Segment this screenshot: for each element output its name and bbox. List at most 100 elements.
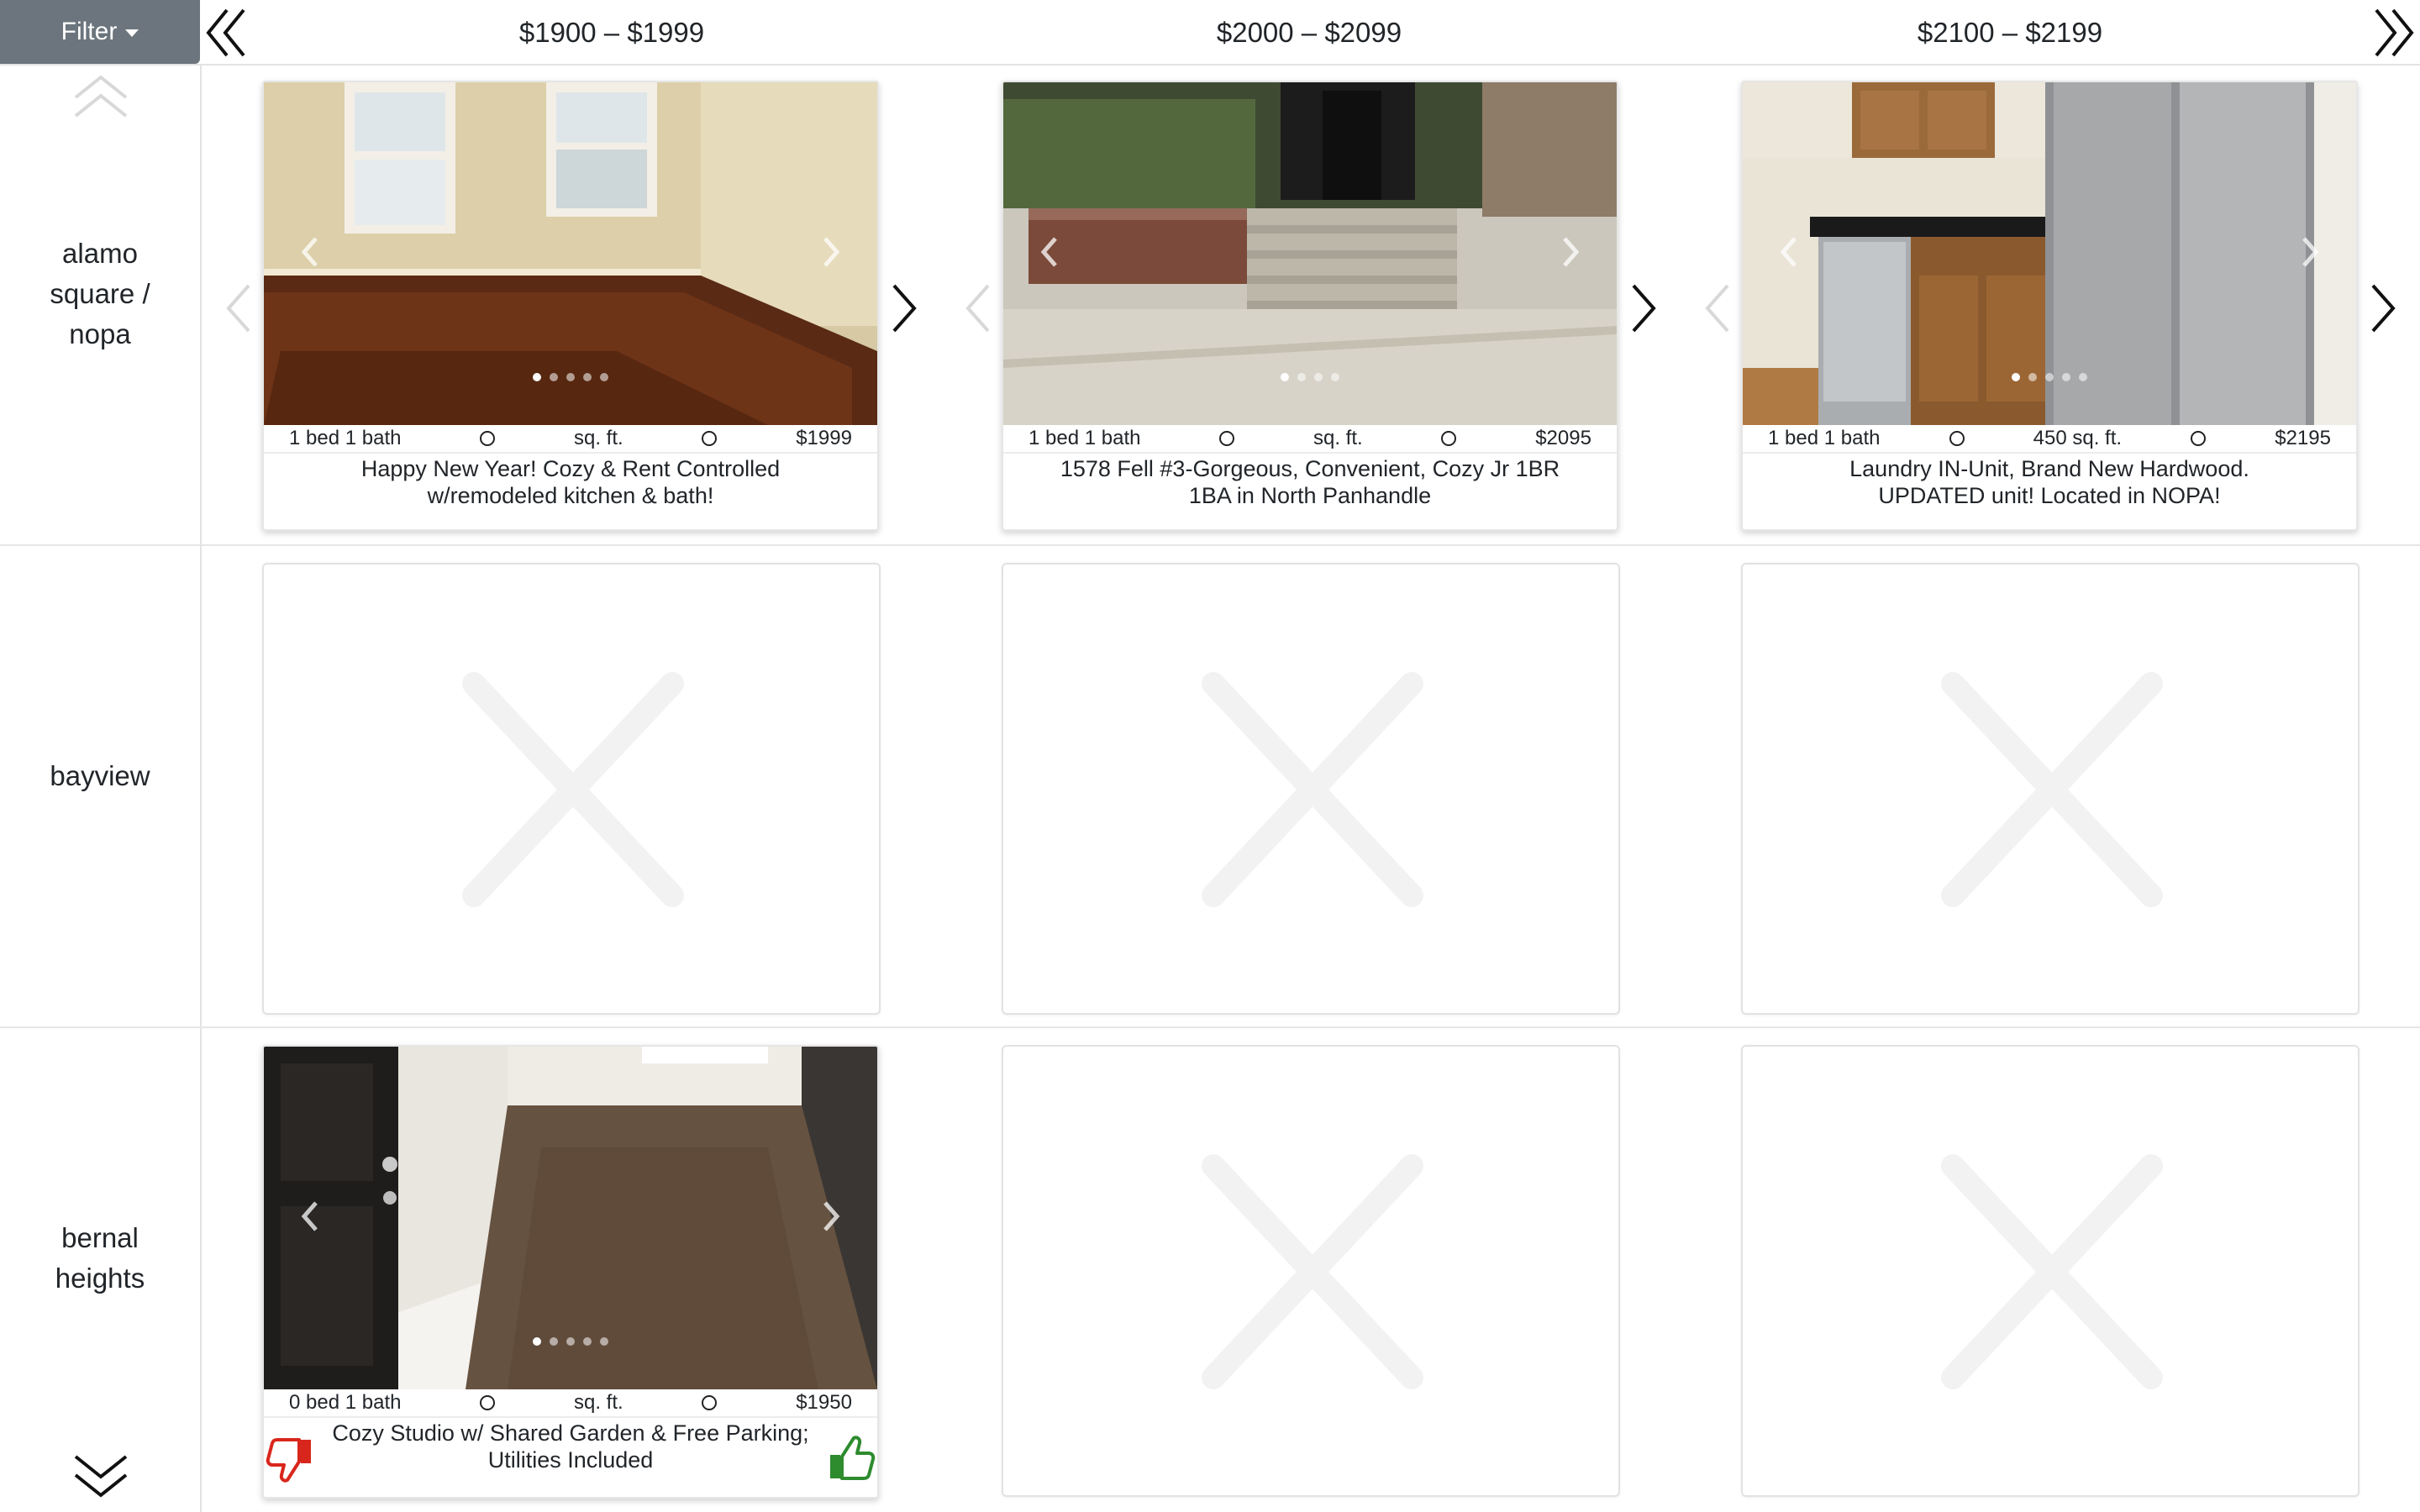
- row-label-line: heights: [55, 1263, 145, 1294]
- photo-indicator[interactable]: [600, 1337, 608, 1346]
- listing-beds: 1 bed 1 bath: [1028, 427, 1141, 449]
- circle-icon: [1219, 431, 1235, 446]
- listing-card[interactable]: 1 bed 1 bath sq. ft. $2095 1578 Fell #3-…: [1002, 81, 1618, 531]
- listing-title[interactable]: Cozy Studio w/ Shared Garden & Free Park…: [314, 1420, 827, 1473]
- listing-card[interactable]: 1 bed 1 bath sq. ft. $1999 Happy New Yea…: [262, 81, 879, 531]
- row-label-alamo-square-nopa: alamo square / nopa: [0, 234, 200, 354]
- photo-indicator[interactable]: [1331, 373, 1339, 381]
- thumbs-down-icon[interactable]: [264, 1433, 318, 1487]
- row-divider: [0, 1026, 2420, 1028]
- x-placeholder-icon: [1202, 672, 1423, 907]
- circle-icon: [480, 1395, 496, 1410]
- listing-prev-arrow[interactable]: [1699, 279, 1736, 338]
- photo-indicators: [1743, 373, 2356, 381]
- listing-price: $2095: [1535, 427, 1591, 449]
- listing-card[interactable]: 0 bed 1 bath sq. ft. $1950 Cozy Studio w…: [262, 1045, 879, 1499]
- photo-indicator[interactable]: [2062, 373, 2070, 381]
- photo-indicator[interactable]: [583, 1337, 592, 1346]
- listing-title[interactable]: Laundry IN-Unit, Brand New Hardwood. UPD…: [1793, 455, 2306, 509]
- column-header-price-2: $2000 – $2099: [1216, 17, 1402, 48]
- listing-title[interactable]: Happy New Year! Cozy & Rent Controlled w…: [314, 455, 827, 509]
- photo-next-icon[interactable]: [818, 234, 844, 270]
- photo-indicator[interactable]: [600, 373, 608, 381]
- listing-beds: 0 bed 1 bath: [289, 1391, 402, 1414]
- listing-meta: 0 bed 1 bath sq. ft. $1950: [264, 1389, 877, 1418]
- listing-beds: 1 bed 1 bath: [1768, 427, 1881, 449]
- photo-indicator[interactable]: [1281, 373, 1289, 381]
- circle-icon: [1949, 431, 1965, 446]
- empty-listing-slot: [262, 563, 881, 1015]
- listing-meta: 1 bed 1 bath 450 sq. ft. $2195: [1743, 425, 2356, 454]
- photo-prev-icon[interactable]: [1776, 234, 1802, 270]
- empty-listing-slot: [1741, 563, 2360, 1015]
- photo-indicator[interactable]: [533, 1337, 541, 1346]
- photo-indicator[interactable]: [1297, 373, 1306, 381]
- photo-next-icon[interactable]: [818, 1198, 844, 1235]
- listing-next-arrow[interactable]: [2365, 279, 2402, 338]
- listing-sqft: sq. ft.: [1313, 427, 1363, 449]
- photo-indicator[interactable]: [533, 373, 541, 381]
- column-header-price-3: $2100 – $2199: [1917, 17, 2103, 48]
- listing-beds: 1 bed 1 bath: [289, 427, 402, 449]
- filter-label: Filter: [60, 18, 118, 45]
- row-divider: [0, 544, 2420, 546]
- double-chevron-up-icon[interactable]: [71, 74, 131, 121]
- empty-listing-slot: [1002, 563, 1620, 1015]
- listing-price: $1950: [796, 1391, 852, 1414]
- listing-next-arrow[interactable]: [1625, 279, 1662, 338]
- circle-icon: [480, 431, 496, 446]
- listing-title[interactable]: 1578 Fell #3-Gorgeous, Convenient, Cozy …: [1054, 455, 1566, 509]
- listing-sqft: sq. ft.: [573, 1391, 623, 1414]
- double-chevron-down-icon[interactable]: [71, 1452, 131, 1499]
- photo-prev-icon[interactable]: [1037, 234, 1062, 270]
- photo-indicator[interactable]: [566, 373, 575, 381]
- photo-indicator[interactable]: [2079, 373, 2087, 381]
- photo-next-icon[interactable]: [1558, 234, 1583, 270]
- photo-indicator[interactable]: [2045, 373, 2054, 381]
- photo-indicator[interactable]: [550, 373, 558, 381]
- photo-indicator[interactable]: [550, 1337, 558, 1346]
- photo-prev-icon[interactable]: [297, 234, 323, 270]
- photo-indicators: [264, 1337, 877, 1346]
- x-placeholder-icon: [1941, 1154, 2163, 1389]
- photo-indicator[interactable]: [566, 1337, 575, 1346]
- photo-prev-icon[interactable]: [297, 1198, 323, 1235]
- circle-icon: [702, 1395, 718, 1410]
- thumbs-up-icon[interactable]: [823, 1431, 877, 1485]
- row-label-line: bayview: [50, 760, 150, 791]
- row-label-bayview: bayview: [0, 756, 200, 796]
- circle-icon: [702, 431, 718, 446]
- circle-icon: [2191, 431, 2207, 446]
- photo-next-icon[interactable]: [2297, 234, 2323, 270]
- listing-meta: 1 bed 1 bath sq. ft. $1999: [264, 425, 877, 454]
- listing-next-arrow[interactable]: [886, 279, 923, 338]
- photo-indicators: [1003, 373, 1617, 381]
- header-bar: Filter $1900 – $1999 $2000 – $2099 $2100…: [0, 0, 2420, 66]
- double-chevron-right-icon[interactable]: [2361, 5, 2417, 60]
- filter-dropdown-button[interactable]: Filter: [0, 0, 200, 64]
- photo-indicator[interactable]: [583, 373, 592, 381]
- listing-prev-arrow[interactable]: [220, 279, 257, 338]
- x-placeholder-icon: [462, 672, 684, 907]
- photo-indicator[interactable]: [1314, 373, 1323, 381]
- listing-price: $1999: [796, 427, 852, 449]
- row-label-line: square /: [50, 278, 150, 309]
- row-label-bernal-heights: bernal heights: [0, 1218, 200, 1299]
- x-placeholder-icon: [1941, 672, 2163, 907]
- photo-indicator[interactable]: [2012, 373, 2020, 381]
- row-label-line: nopa: [69, 318, 131, 349]
- empty-listing-slot: [1002, 1045, 1620, 1497]
- x-placeholder-icon: [1202, 1154, 1423, 1389]
- listing-price: $2195: [2275, 427, 2331, 449]
- empty-listing-slot: [1741, 1045, 2360, 1497]
- photo-indicator[interactable]: [2028, 373, 2037, 381]
- listing-prev-arrow[interactable]: [960, 279, 997, 338]
- row-label-line: bernal: [61, 1222, 139, 1253]
- photo-indicators: [264, 373, 877, 381]
- listing-card[interactable]: 1 bed 1 bath 450 sq. ft. $2195 Laundry I…: [1741, 81, 2358, 531]
- column-header-price-1: $1900 – $1999: [518, 17, 705, 48]
- listing-meta: 1 bed 1 bath sq. ft. $2095: [1003, 425, 1617, 454]
- neighborhood-sidebar: alamo square / nopa bayview bernal heigh…: [0, 66, 202, 1512]
- caret-down-icon: [125, 29, 139, 37]
- row-label-line: alamo: [62, 238, 138, 269]
